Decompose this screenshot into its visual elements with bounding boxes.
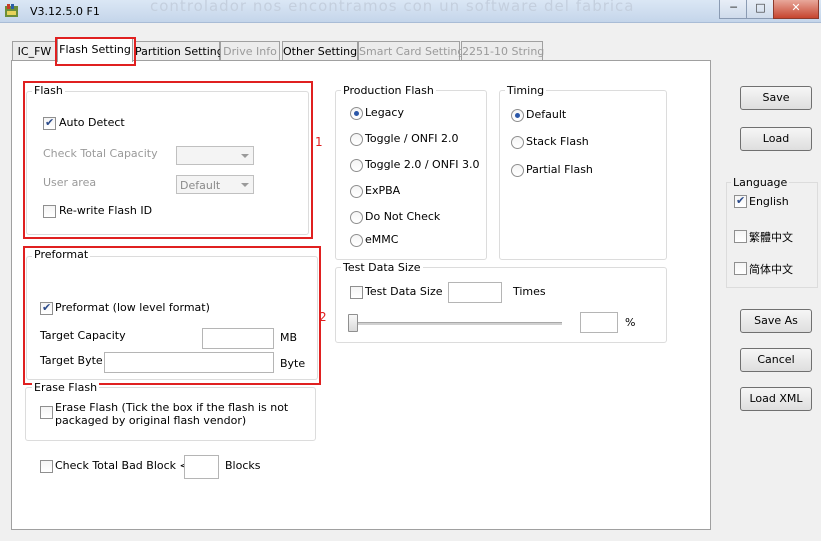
load-xml-button[interactable]: Load XML (740, 387, 812, 411)
annotation-number-2: 2 (319, 310, 327, 324)
maximize-button[interactable]: □ (746, 0, 775, 19)
radio-expba[interactable] (350, 185, 363, 198)
annotation-box-1 (23, 81, 313, 239)
test-data-slider-thumb[interactable] (348, 314, 358, 332)
language-simplified-chinese-checkbox[interactable] (734, 262, 747, 275)
annotation-box-tab (55, 37, 136, 66)
bad-block-input[interactable] (184, 455, 219, 479)
cancel-button[interactable]: Cancel (740, 348, 812, 372)
test-data-size-input[interactable] (448, 282, 502, 303)
percent-input[interactable] (580, 312, 618, 333)
check-bad-block-checkbox[interactable] (40, 460, 53, 473)
annotation-box-2 (23, 246, 321, 385)
annotation-number-1: 1 (315, 135, 323, 149)
tab-smart-card-setting[interactable]: Smart Card Setting (358, 41, 464, 61)
test-data-size-checkbox[interactable] (350, 286, 363, 299)
test-data-size-title: Test Data Size (341, 261, 423, 274)
radio-do-not-check[interactable] (350, 211, 363, 224)
radio-do-not-check-label: Do Not Check (365, 210, 441, 223)
radio-partial-flash-label: Partial Flash (526, 163, 593, 176)
radio-emmc-label: eMMC (365, 233, 399, 246)
radio-legacy[interactable] (350, 107, 363, 120)
radio-partial-flash[interactable] (511, 164, 524, 177)
bad-block-unit: Blocks (225, 459, 261, 472)
save-as-button[interactable]: Save As (740, 309, 812, 333)
tab-partition-setting[interactable]: Partition Setting (134, 41, 224, 61)
radio-toggle-onfi-2-label: Toggle / ONFI 2.0 (365, 132, 459, 145)
tab-other-setting[interactable]: Other Setting (282, 41, 358, 61)
language-traditional-chinese-checkbox[interactable] (734, 230, 747, 243)
test-data-size-label: Test Data Size (365, 285, 443, 298)
erase-flash-group-title: Erase Flash (32, 381, 100, 394)
production-flash-title: Production Flash (341, 84, 436, 97)
background-watermark-text: controlador nos encontramos con un softw… (150, 0, 635, 15)
language-traditional-chinese-label: 繁體中文 (749, 231, 793, 244)
test-data-slider-track[interactable] (350, 322, 562, 325)
radio-timing-default-label: Default (526, 108, 567, 121)
minimize-button[interactable]: ─ (719, 0, 748, 19)
radio-stack-flash-label: Stack Flash (526, 135, 589, 148)
check-bad-block-label: Check Total Bad Block < (55, 459, 189, 472)
close-button[interactable]: ✕ (773, 0, 819, 19)
language-simplified-chinese-label: 简体中文 (749, 263, 793, 276)
radio-expba-label: ExPBA (365, 184, 401, 197)
times-label: Times (513, 285, 546, 298)
radio-timing-default[interactable] (511, 109, 524, 122)
language-title: Language (731, 176, 790, 189)
radio-emmc[interactable] (350, 234, 363, 247)
app-icon (4, 3, 19, 18)
window-title: V3.12.5.0 F1 (30, 5, 100, 18)
timing-title: Timing (505, 84, 547, 97)
language-english-checkbox[interactable] (734, 194, 747, 208)
save-button[interactable]: Save (740, 86, 812, 110)
radio-toggle-onfi-2[interactable] (350, 133, 363, 146)
percent-label: % (625, 316, 636, 329)
radio-stack-flash[interactable] (511, 136, 524, 149)
tab-drive-info[interactable]: Drive Info (220, 41, 280, 61)
load-button[interactable]: Load (740, 127, 812, 151)
erase-flash-label-line1: Erase Flash (Tick the box if the flash i… (55, 401, 289, 414)
radio-toggle-2-onfi-3[interactable] (350, 159, 363, 172)
radio-legacy-label: Legacy (365, 106, 404, 119)
erase-flash-label-line2: packaged by original flash vendor) (55, 414, 247, 427)
tab-2251-10-string[interactable]: 2251-10 String (461, 41, 544, 61)
tab-ic-fw[interactable]: IC_FW (12, 41, 57, 61)
language-english-label: English (749, 195, 789, 208)
erase-flash-checkbox[interactable] (40, 406, 53, 419)
radio-toggle-2-onfi-3-label: Toggle 2.0 / ONFI 3.0 (365, 158, 480, 171)
